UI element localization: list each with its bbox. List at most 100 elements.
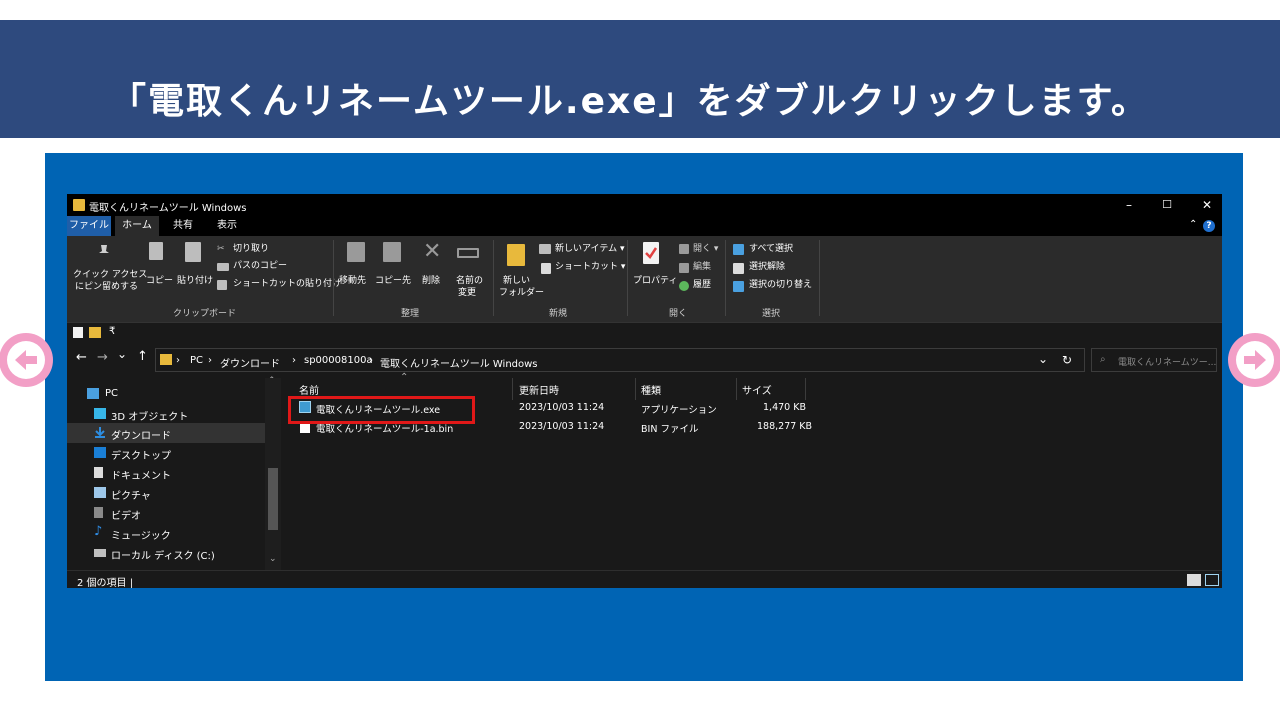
properties-icon[interactable]: [73, 327, 83, 338]
column-header-type[interactable]: 種類: [641, 382, 661, 397]
address-bar[interactable]: › PC › ダウンロード › sp00008100a › 電取くんリネームツー…: [155, 348, 1085, 372]
column-divider[interactable]: [736, 378, 737, 400]
tree-item-label: ピクチャ: [111, 491, 151, 502]
clipboard-group-label: クリップボード: [173, 309, 237, 319]
paste-shortcut-label: ショートカットの貼り付け: [233, 279, 342, 289]
column-divider[interactable]: [805, 378, 806, 400]
tree-item-pictures[interactable]: ピクチャ: [77, 483, 281, 503]
shortcut-label: ショートカット ▾: [555, 262, 626, 272]
new-group-label: 新規: [549, 309, 568, 319]
breadcrumb-separator: ›: [176, 355, 180, 366]
delete-label: 削除: [422, 276, 441, 286]
navigation-bar: ← → ⌄ ↑ › PC › ダウンロード › sp00008100a › 電取…: [67, 344, 1222, 374]
details-view-button[interactable]: [1187, 574, 1201, 586]
copy-icon: [149, 242, 163, 260]
new-folder-label-line1: 新しい: [503, 276, 531, 286]
edit-label: 編集: [693, 262, 712, 272]
select-none-label: 選択解除: [749, 262, 786, 272]
column-header-size[interactable]: サイズ: [742, 382, 772, 397]
breadcrumb-downloads[interactable]: ダウンロード: [220, 355, 280, 370]
search-input[interactable]: ⌕ 電取くんリネームツー...: [1091, 348, 1217, 372]
close-button[interactable]: ✕: [1192, 197, 1222, 213]
breadcrumb-pc[interactable]: PC: [190, 355, 203, 366]
minimize-button[interactable]: –: [1114, 197, 1144, 213]
desktop-icon: [94, 447, 106, 458]
tree-item-documents[interactable]: ドキュメント: [77, 463, 281, 483]
pin-icon: [97, 244, 111, 260]
refresh-button[interactable]: ↻: [1062, 353, 1072, 367]
history-icon: [679, 281, 689, 291]
open-label: 開く ▾: [693, 244, 719, 254]
column-header-modified[interactable]: 更新日時: [519, 382, 559, 397]
column-header-name[interactable]: 名前: [299, 382, 319, 397]
next-slide-button[interactable]: [1228, 333, 1280, 387]
navigation-scrollbar[interactable]: ⌄: [265, 378, 281, 570]
search-placeholder: 電取くんリネームツー...: [1118, 358, 1217, 368]
recent-locations-button[interactable]: ⌄: [117, 347, 127, 361]
column-divider[interactable]: [635, 378, 636, 400]
large-icons-view-button[interactable]: [1205, 574, 1219, 586]
download-icon: [94, 427, 106, 438]
new-folder-icon[interactable]: [89, 327, 101, 338]
tab-home[interactable]: ホーム: [115, 216, 159, 236]
back-button[interactable]: ←: [76, 350, 87, 365]
breadcrumb-current-folder[interactable]: 電取くんリネームツール Windows: [380, 355, 538, 370]
rename-icon: [457, 248, 479, 258]
file-type: アプリケーション: [641, 405, 717, 416]
tree-item-label: 3D オブジェクト: [111, 412, 189, 423]
group-divider: [627, 240, 628, 316]
open-group-label: 開く: [669, 309, 688, 319]
column-divider[interactable]: [512, 378, 513, 400]
tree-item-label: ミュージック: [111, 531, 171, 542]
up-button[interactable]: ↑: [137, 349, 148, 364]
organize-group-label: 整理: [401, 309, 420, 319]
window-title: 電取くんリネームツール Windows: [89, 203, 247, 214]
previous-slide-button[interactable]: [0, 333, 53, 387]
select-none-icon: [733, 263, 744, 274]
delete-icon: ✕: [423, 239, 442, 264]
rename-label-line2: 変更: [458, 288, 477, 298]
disk-icon: [94, 549, 106, 557]
tree-item-label: ローカル ディスク (C:): [111, 551, 215, 562]
collapse-ribbon-icon[interactable]: ⌃: [1189, 219, 1197, 230]
tree-item-music[interactable]: ♪ ミュージック: [77, 523, 281, 543]
breadcrumb-separator: ›: [208, 355, 212, 366]
tab-view[interactable]: 表示: [207, 216, 247, 236]
tree-item-label: PC: [105, 388, 119, 399]
paste-icon: [185, 242, 201, 262]
tree-item-desktop[interactable]: デスクトップ: [77, 443, 281, 463]
tree-item-pc[interactable]: PC: [77, 384, 281, 404]
highlight-box: [288, 396, 475, 424]
scroll-down-icon[interactable]: ⌄: [269, 554, 277, 564]
file-size: 188,277 KB: [757, 421, 813, 432]
tree-item-3d-objects[interactable]: 3D オブジェクト: [77, 404, 281, 424]
help-icon[interactable]: ?: [1203, 220, 1215, 232]
tree-item-local-disk[interactable]: ローカル ディスク (C:): [77, 543, 281, 563]
address-dropdown-button[interactable]: ⌄: [1038, 352, 1048, 366]
copy-label: コピー: [146, 276, 174, 286]
scrollbar-thumb[interactable]: [268, 468, 278, 530]
open-icon: [679, 244, 689, 254]
scissors-icon: ✂: [217, 244, 225, 254]
new-item-label: 新しいアイテム ▾: [555, 244, 625, 254]
tree-item-label: ダウンロード: [111, 431, 171, 442]
qat-dropdown-icon[interactable]: ₹: [109, 326, 115, 337]
breadcrumb-separator: ›: [369, 355, 373, 366]
navigation-pane: ⌃ PC 3D オブジェクト ダウンロード デスクトップ ドキュメント ピクチャ: [67, 376, 281, 570]
tab-share[interactable]: 共有: [163, 216, 203, 236]
maximize-button[interactable]: ☐: [1152, 197, 1182, 213]
item-count: 2 個の項目 |: [77, 578, 134, 588]
cut-label: 切り取り: [233, 244, 270, 254]
copy-path-label: パスのコピー: [233, 261, 288, 271]
move-to-icon: [347, 242, 365, 262]
quick-access-toolbar: ₹: [67, 322, 1222, 343]
folder-icon: [160, 354, 172, 365]
forward-button[interactable]: →: [97, 350, 108, 365]
breadcrumb-sp00008100a[interactable]: sp00008100a: [304, 355, 373, 366]
tree-item-downloads[interactable]: ダウンロード: [67, 423, 265, 443]
tab-file[interactable]: ファイル: [67, 216, 111, 236]
tree-item-videos[interactable]: ビデオ: [77, 503, 281, 523]
file-modified: 2023/10/03 11:24: [519, 421, 605, 432]
status-bar: 2 個の項目 |: [67, 570, 1222, 588]
instruction-text: 「電取くんリネームツール.exe」をダブルクリックします。: [110, 81, 1150, 122]
